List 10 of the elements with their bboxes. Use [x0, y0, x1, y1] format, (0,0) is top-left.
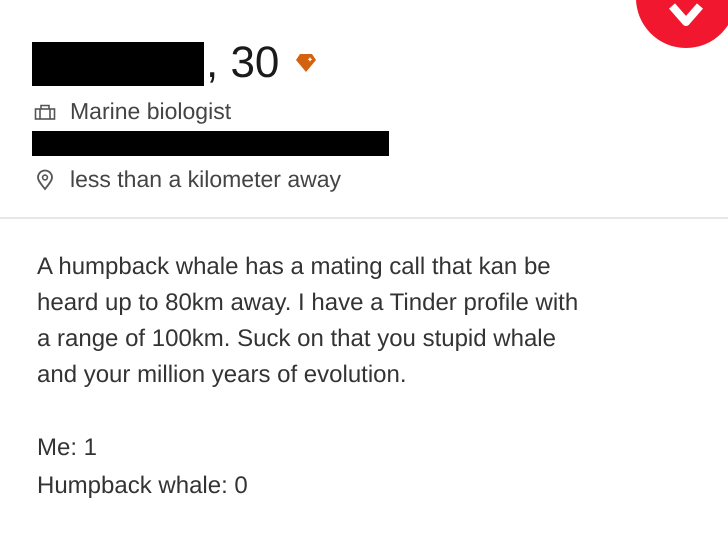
chevron-icon	[668, 2, 704, 26]
distance-text: less than a kilometer away	[70, 166, 342, 193]
job-title: Marine biologist	[70, 98, 232, 125]
profile-age: , 30	[206, 38, 280, 88]
briefcase-icon	[34, 102, 56, 120]
bio-text: A humpback whale has a mating call that kan be heard up to 80km away. I have a Tinder profile with a range of 100km. Suck on that you stupid whale and your million years of evolution.	[37, 252, 580, 390]
score-line: Humpback whale: 0	[37, 471, 248, 501]
score-line: Me: 1	[37, 433, 98, 463]
gem-icon	[295, 53, 318, 73]
location-pin-icon	[34, 168, 56, 190]
